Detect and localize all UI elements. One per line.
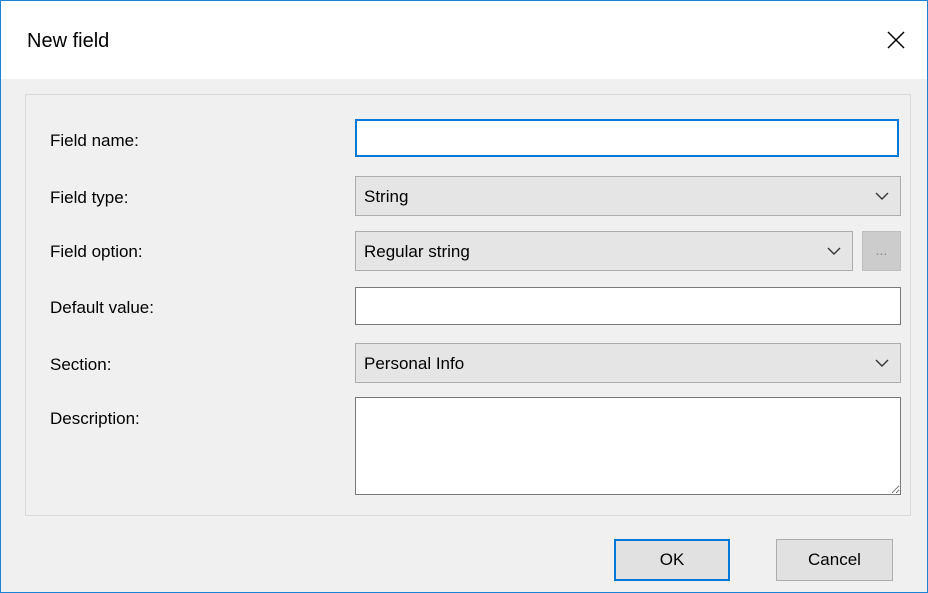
field-name-label: Field name:: [50, 131, 139, 150]
field-option-browse-button[interactable]: ...: [862, 231, 901, 271]
description-label: Description:: [50, 409, 140, 428]
close-button[interactable]: [865, 1, 927, 79]
description-textarea[interactable]: [355, 397, 901, 495]
field-type-dropdown[interactable]: String: [355, 176, 901, 216]
chevron-down-icon: [875, 359, 889, 367]
field-type-selected: String: [364, 187, 409, 206]
title-bar: New field: [1, 1, 927, 79]
close-icon: [887, 31, 905, 49]
ok-button[interactable]: OK: [614, 539, 730, 581]
section-dropdown[interactable]: Personal Info: [355, 343, 901, 383]
default-value-label: Default value:: [50, 298, 154, 317]
chevron-down-icon: [827, 247, 841, 255]
chevron-down-icon: [875, 192, 889, 200]
field-type-label: Field type:: [50, 188, 129, 207]
field-name-input[interactable]: [355, 119, 899, 157]
field-option-selected: Regular string: [364, 242, 470, 261]
section-label: Section:: [50, 355, 112, 374]
section-selected: Personal Info: [364, 354, 465, 373]
field-option-label: Field option:: [50, 242, 143, 261]
dialog-title: New field: [27, 30, 110, 52]
field-option-dropdown[interactable]: Regular string: [355, 231, 853, 271]
cancel-button[interactable]: Cancel: [776, 539, 893, 581]
default-value-input[interactable]: [355, 287, 901, 325]
new-field-dialog: New field Field name: Field type: String…: [0, 0, 928, 593]
